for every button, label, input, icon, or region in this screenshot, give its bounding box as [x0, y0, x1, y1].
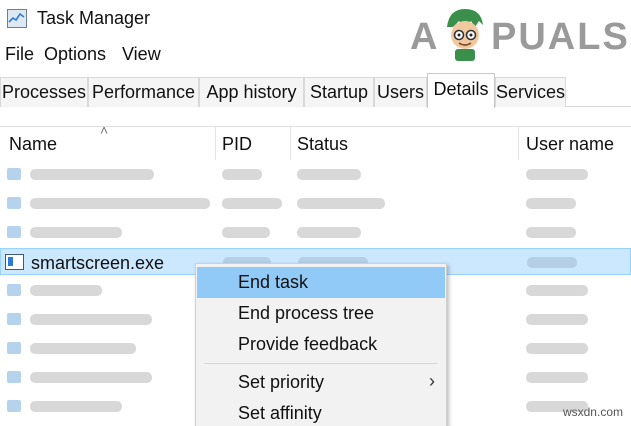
process-icon [7, 226, 21, 238]
blurred-status [297, 227, 361, 238]
column-header-user-name[interactable]: User name [526, 126, 614, 160]
blurred-pid [222, 227, 270, 238]
tab-startup[interactable]: Startup [304, 77, 374, 107]
logo-letter-a: A [410, 16, 440, 58]
blurred-user [526, 285, 588, 296]
context-menu: End task End process tree Provide feedba… [195, 263, 447, 426]
blurred-user [527, 257, 577, 268]
column-headers: Name ˄ PID Status User name [0, 122, 631, 160]
blurred-name [30, 343, 136, 354]
blurred-name [30, 285, 102, 296]
tab-details[interactable]: Details [427, 73, 495, 108]
blurred-name [30, 372, 152, 383]
blurred-user [526, 227, 576, 238]
process-icon [7, 168, 21, 180]
process-icon [7, 313, 21, 325]
menu-file[interactable]: File [5, 44, 34, 65]
process-icon [7, 197, 21, 209]
menu-item-set-priority-label: Set priority [238, 372, 325, 392]
blurred-user [526, 314, 588, 325]
site-watermark: wsxdn.com [562, 405, 623, 419]
menu-item-set-affinity[interactable]: Set affinity [197, 398, 445, 426]
logo-text-puals: PUALS [491, 16, 630, 58]
blurred-name [30, 401, 122, 412]
menu-separator [204, 363, 438, 364]
menu-item-set-priority[interactable]: Set priority › [197, 367, 445, 398]
menu-view[interactable]: View [122, 44, 161, 65]
blurred-pid [222, 169, 262, 180]
process-icon [7, 371, 21, 383]
tab-processes[interactable]: Processes [0, 77, 88, 107]
blurred-name [30, 314, 152, 325]
menu-options[interactable]: Options [44, 44, 106, 65]
process-row[interactable] [0, 218, 631, 247]
tab-performance[interactable]: Performance [88, 77, 199, 107]
mascot-icon [447, 9, 483, 61]
menu-item-provide-feedback[interactable]: Provide feedback [197, 329, 445, 360]
process-icon [7, 400, 21, 412]
tab-users[interactable]: Users [374, 77, 427, 107]
process-icon [7, 342, 21, 354]
blurred-name [30, 227, 122, 238]
blurred-status [297, 198, 385, 209]
column-divider[interactable] [215, 126, 216, 160]
process-name: smartscreen.exe [31, 253, 165, 273]
process-row[interactable] [0, 160, 631, 189]
appuals-logo: A PUALS [407, 2, 628, 64]
process-icon [7, 284, 21, 296]
process-row[interactable] [0, 189, 631, 218]
tab-app-history[interactable]: App history [199, 77, 304, 107]
blurred-name [30, 198, 210, 209]
column-header-status[interactable]: Status [297, 126, 348, 160]
blurred-name [30, 169, 154, 180]
column-header-name-label: Name [9, 134, 58, 154]
chevron-right-icon: › [429, 371, 435, 391]
blurred-user [526, 198, 576, 209]
column-divider[interactable] [518, 126, 519, 160]
blurred-user [526, 372, 588, 383]
blurred-status [297, 169, 361, 180]
blurred-user [526, 343, 588, 354]
column-header-pid[interactable]: PID [222, 126, 252, 160]
blurred-user [526, 169, 588, 180]
column-header-name[interactable]: Name [9, 126, 57, 160]
task-manager-icon [7, 9, 27, 28]
tab-services[interactable]: Services [495, 77, 566, 107]
menu-item-end-task[interactable]: End task [197, 267, 445, 298]
column-divider[interactable] [290, 126, 291, 160]
app-window-icon [5, 254, 24, 270]
menu-item-end-process-tree[interactable]: End process tree [197, 298, 445, 329]
blurred-pid [222, 198, 282, 209]
tab-bar: Processes Performance App history Startu… [0, 73, 631, 108]
window-title: Task Manager [37, 8, 151, 28]
sort-ascending-icon: ˄ [100, 122, 109, 138]
